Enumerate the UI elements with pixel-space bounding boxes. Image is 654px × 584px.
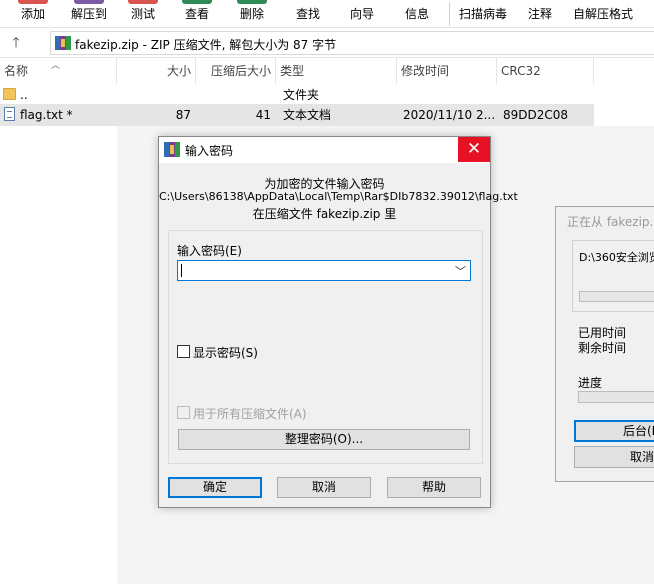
sfx-button[interactable]: 自解压格式 [570, 0, 636, 28]
extraction-progress-dialog: 正在从 fakezip.z D:\360安全浏览 已用时间 剩余时间 进度 后台… [555, 206, 654, 482]
progress-file-box: D:\360安全浏览 [572, 240, 654, 312]
extract-to-icon [74, 0, 104, 4]
address-bar: 🡑 fakezip.zip - ZIP 压缩文件, 解包大小为 87 字节 [0, 28, 654, 58]
list-item-parent[interactable]: .. 文件夹 [0, 84, 594, 106]
password-dialog: 输入密码 ✕ 为加密的文件输入密码 C:\Users\86138\AppData… [158, 136, 518, 508]
list-header: 名称 大小 压缩后大小 类型 修改时间 CRC32 [0, 58, 654, 84]
toolbar-separator [449, 2, 450, 26]
progress-cancel-button[interactable]: 取消 [574, 446, 654, 468]
progress-label: 进度 [578, 376, 603, 390]
dialog-titlebar: 输入密码 ✕ [159, 137, 490, 163]
progress-title: 正在从 fakezip.z [567, 215, 654, 229]
total-progress-bar [578, 391, 654, 403]
sort-ascending-icon: ︿ [51, 61, 61, 71]
password-label: 输入密码(E) [177, 244, 242, 258]
scan-virus-button[interactable]: 扫描病毒 [455, 0, 511, 28]
help-button[interactable]: 帮助 [387, 477, 481, 498]
file-path-text: C:\Users\86138\AppData\Local\Temp\Rar$DI… [159, 190, 518, 203]
find-button[interactable]: 查找 [287, 0, 329, 28]
column-crc[interactable]: CRC32 [497, 58, 594, 84]
show-password-checkbox[interactable] [177, 345, 190, 358]
show-password-label: 显示密码(S) [193, 346, 258, 360]
password-input[interactable]: ﹀ [177, 260, 471, 281]
column-size[interactable]: 大小 [117, 58, 196, 84]
file-progress-bar [579, 291, 654, 302]
column-packed-size[interactable]: 压缩后大小 [196, 58, 276, 84]
address-field[interactable]: fakezip.zip - ZIP 压缩文件, 解包大小为 87 字节 [50, 31, 654, 55]
archive-icon [55, 36, 71, 50]
view-icon [182, 0, 212, 4]
close-icon[interactable]: ✕ [458, 137, 490, 162]
test-icon [128, 0, 158, 4]
info-button[interactable]: 信息 [396, 0, 438, 28]
dialog-title: 输入密码 [185, 144, 234, 158]
background-button[interactable]: 后台(B [574, 420, 654, 442]
use-for-all-checkbox[interactable] [177, 406, 190, 419]
ok-button[interactable]: 确定 [168, 477, 262, 498]
use-for-all-label: 用于所有压缩文件(A) [193, 407, 307, 421]
extract-to-button[interactable]: 解压到 [63, 0, 115, 28]
delete-icon [237, 0, 267, 4]
toolbar: 添加 解压到 测试 查看 删除 查找 向导 信息 扫描病毒 注释 自解压格式 [0, 0, 654, 28]
address-text: fakezip.zip - ZIP 压缩文件, 解包大小为 87 字节 [75, 38, 337, 52]
organize-passwords-button[interactable]: 整理密码(O)... [178, 429, 470, 450]
left-pane [0, 84, 117, 584]
up-arrow-icon[interactable]: 🡑 [6, 33, 26, 53]
view-button[interactable]: 查看 [176, 0, 218, 28]
archive-name-text: 在压缩文件 fakezip.zip 里 [252, 207, 397, 221]
column-type[interactable]: 类型 [276, 58, 397, 84]
delete-button[interactable]: 删除 [231, 0, 273, 28]
column-modified[interactable]: 修改时间 [397, 58, 497, 84]
text-file-icon [4, 107, 15, 121]
wizard-button[interactable]: 向导 [341, 0, 383, 28]
folder-icon [3, 88, 16, 100]
text-cursor [181, 264, 182, 277]
cancel-button[interactable]: 取消 [277, 477, 371, 498]
progress-path: D:\360安全浏览 [579, 251, 654, 264]
comment-button[interactable]: 注释 [519, 0, 561, 28]
add-button[interactable]: 添加 [12, 0, 54, 28]
remaining-time-label: 剩余时间 [578, 341, 627, 355]
chevron-down-icon[interactable]: ﹀ [455, 263, 466, 279]
list-item-flag[interactable]: flag.txt * 87 41 文本文档 2020/11/10 2... 89… [0, 104, 594, 126]
test-button[interactable]: 测试 [122, 0, 164, 28]
add-icon [18, 0, 48, 4]
winrar-icon [164, 142, 180, 157]
